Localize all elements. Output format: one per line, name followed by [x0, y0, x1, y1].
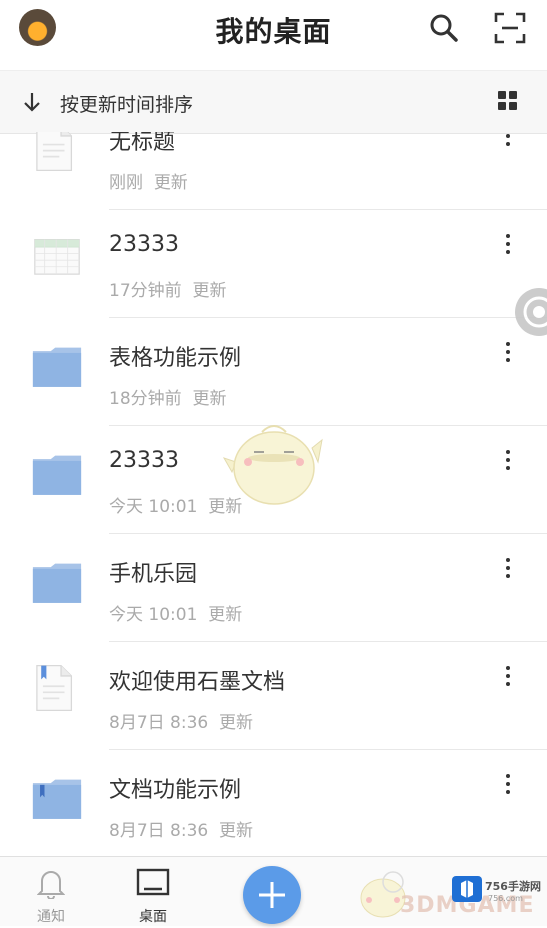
create-fab-button[interactable]	[243, 866, 301, 924]
file-meta: 18分钟前 更新	[109, 389, 227, 409]
more-options-icon[interactable]	[498, 772, 518, 796]
more-options-icon[interactable]	[498, 232, 518, 256]
arrow-down-icon	[24, 93, 40, 112]
document-icon	[36, 132, 73, 172]
file-meta: 刚刚 更新	[109, 173, 188, 193]
list-item[interactable]: 文档功能示例 8月7日 8:36 更新	[0, 750, 547, 856]
file-name: 无标题	[109, 132, 176, 155]
file-name: 23333	[109, 448, 179, 473]
list-item[interactable]: 欢迎使用石墨文档 8月7日 8:36 更新	[0, 642, 547, 750]
more-options-icon[interactable]	[498, 556, 518, 580]
top-bar: 我的桌面	[0, 0, 547, 70]
tab-notifications[interactable]: 通知	[11, 857, 91, 926]
folder-icon	[32, 563, 82, 603]
spreadsheet-icon	[34, 239, 80, 275]
more-options-icon[interactable]	[498, 132, 518, 148]
page-title: 我的桌面	[215, 15, 332, 48]
list-item[interactable]: 23333 17分钟前 更新	[0, 210, 547, 318]
more-options-icon[interactable]	[498, 664, 518, 688]
file-name: 23333	[109, 232, 179, 257]
more-options-icon[interactable]	[498, 340, 518, 364]
bell-icon	[37, 871, 65, 899]
file-name: 表格功能示例	[109, 346, 242, 371]
file-name: 手机乐园	[109, 562, 198, 587]
list-item[interactable]: 无标题 刚刚 更新	[0, 132, 547, 210]
document-bookmarked-icon	[36, 664, 73, 712]
plus-icon	[259, 882, 285, 908]
search-icon[interactable]	[428, 12, 460, 44]
assistive-float-button[interactable]	[515, 288, 547, 336]
grid-view-icon[interactable]	[498, 91, 517, 110]
scan-icon[interactable]	[494, 12, 526, 44]
file-name: 文档功能示例	[109, 778, 242, 803]
desktop-icon	[136, 868, 170, 896]
tab-label: 通知	[37, 909, 65, 925]
aperture-icon	[523, 296, 547, 328]
file-meta: 8月7日 8:36 更新	[109, 713, 254, 733]
more-options-icon[interactable]	[498, 448, 518, 472]
watermark-badge-text: 756手游网	[485, 880, 541, 893]
list-item[interactable]: 表格功能示例 18分钟前 更新	[0, 318, 547, 426]
list-item[interactable]: 手机乐园 今天 10:01 更新	[0, 534, 547, 642]
mascot-sticker-icon	[222, 425, 323, 505]
watermark-url: 756.com	[488, 894, 523, 903]
tab-label: 桌面	[139, 909, 167, 925]
file-meta: 今天 10:01 更新	[109, 605, 243, 625]
watermark-logo-icon	[452, 876, 482, 902]
file-name: 欢迎使用石墨文档	[109, 670, 286, 695]
file-meta: 17分钟前 更新	[109, 281, 227, 301]
tab-desktop[interactable]: 桌面	[113, 857, 193, 926]
file-meta: 8月7日 8:36 更新	[109, 821, 254, 841]
sort-bar[interactable]: 按更新时间排序	[0, 70, 547, 134]
folder-icon	[32, 455, 82, 495]
folder-bookmarked-icon	[32, 779, 82, 819]
sort-label[interactable]: 按更新时间排序	[60, 90, 193, 117]
folder-icon	[32, 347, 82, 387]
